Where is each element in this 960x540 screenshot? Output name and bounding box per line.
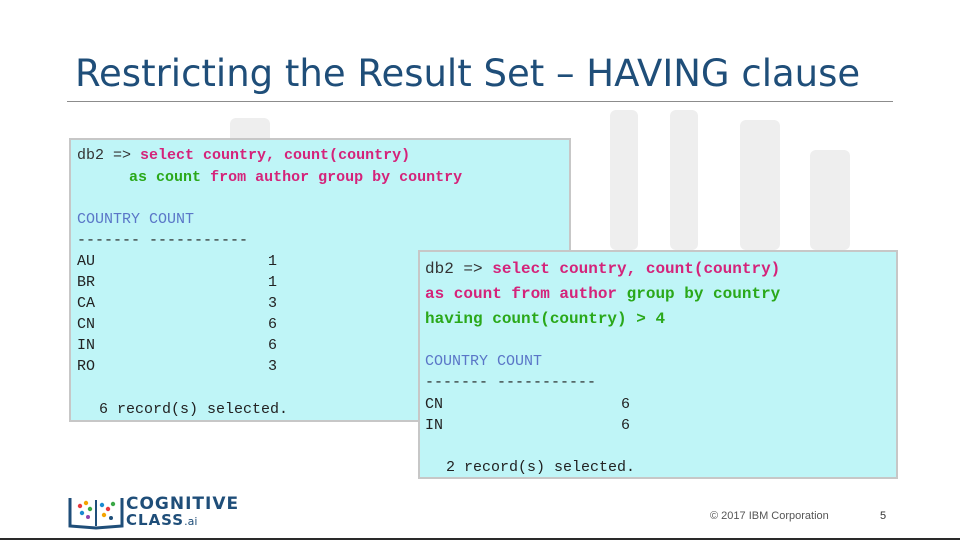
logo-wordmark-line2: CLASS.ai bbox=[126, 513, 197, 528]
query-line-2: as count from author group by country bbox=[129, 170, 462, 185]
count-cell: 6 bbox=[620, 417, 630, 434]
result-row: CN 6 bbox=[425, 396, 630, 413]
logo-class-text: CLASS bbox=[126, 511, 185, 529]
query-line-2: as count from author group by country bbox=[425, 286, 780, 302]
country-cell: BR bbox=[77, 274, 96, 291]
title-divider bbox=[67, 101, 893, 102]
country-cell: IN bbox=[77, 337, 96, 354]
result-row: RO 3 bbox=[77, 358, 277, 375]
background-watermark bbox=[810, 150, 850, 250]
count-cell: 1 bbox=[267, 274, 277, 291]
count-cell: 6 bbox=[267, 316, 277, 333]
column-header: COUNTRY COUNT bbox=[77, 211, 195, 228]
column-separator: ------- ----------- bbox=[77, 232, 249, 249]
sql-keyword: as count from author bbox=[425, 285, 618, 303]
count-cell: 3 bbox=[267, 358, 277, 375]
record-count: 2 record(s) selected. bbox=[446, 459, 636, 476]
count-cell: 3 bbox=[267, 295, 277, 312]
cognitive-class-logo-icon bbox=[68, 498, 124, 530]
result-row: IN 6 bbox=[77, 337, 277, 354]
result-row: CA 3 bbox=[77, 295, 277, 312]
page-number: 5 bbox=[880, 510, 887, 522]
sql-keyword: group by country bbox=[626, 285, 781, 303]
country-cell: AU bbox=[77, 253, 96, 270]
result-row: BR 1 bbox=[77, 274, 277, 291]
country-cell: IN bbox=[425, 417, 444, 434]
country-cell: CA bbox=[77, 295, 96, 312]
background-watermark bbox=[610, 110, 638, 250]
column-separator: ------- ----------- bbox=[425, 374, 597, 391]
sql-keyword: as bbox=[129, 169, 148, 186]
result-row: AU 1 bbox=[77, 253, 277, 270]
slide-title: Restricting the Result Set – HAVING clau… bbox=[75, 52, 861, 95]
result-row: IN 6 bbox=[425, 417, 630, 434]
background-watermark bbox=[670, 110, 698, 250]
sql-keyword: select country, count(country) bbox=[492, 260, 781, 278]
sql-keyword: from author group by country bbox=[210, 169, 463, 186]
country-cell: CN bbox=[77, 316, 96, 333]
count-cell: 6 bbox=[620, 396, 630, 413]
query-line-3: having count(country) > 4 bbox=[425, 310, 666, 328]
country-cell: CN bbox=[425, 396, 444, 413]
terminal-output-having: db2 => select country, count(country) as… bbox=[418, 250, 898, 479]
count-cell: 6 bbox=[267, 337, 277, 354]
background-watermark bbox=[740, 120, 780, 250]
column-header: COUNTRY COUNT bbox=[425, 353, 543, 370]
count-cell: 1 bbox=[267, 253, 277, 270]
prompt: db2 => bbox=[425, 260, 483, 278]
copyright-notice: © 2017 IBM Corporation bbox=[710, 510, 829, 522]
country-cell: RO bbox=[77, 358, 96, 375]
sql-alias: count bbox=[156, 169, 202, 186]
prompt: db2 => bbox=[77, 147, 132, 164]
record-count: 6 record(s) selected. bbox=[99, 401, 289, 418]
query-line-1: db2 => select country, count(country) bbox=[77, 148, 410, 163]
query-line-1: db2 => select country, count(country) bbox=[425, 261, 780, 277]
result-row: CN 6 bbox=[77, 316, 277, 333]
sql-keyword: select country, count(country) bbox=[140, 147, 411, 164]
logo-suffix: .ai bbox=[184, 515, 198, 528]
